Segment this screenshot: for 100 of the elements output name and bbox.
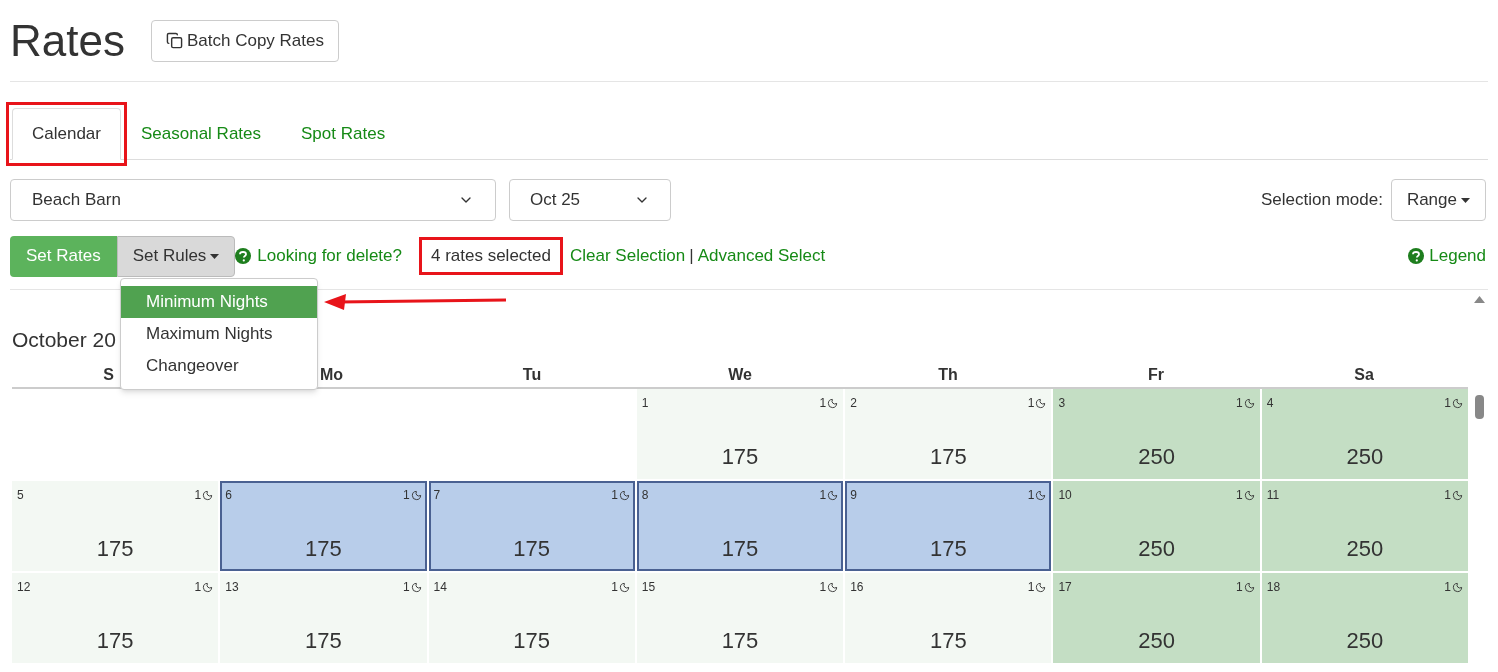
moon-icon <box>410 489 422 501</box>
min-nights: 1 <box>1027 579 1035 596</box>
weekday-header: S <box>103 365 114 385</box>
month-heading: October 20 <box>12 327 116 353</box>
rate-value: 175 <box>305 536 342 561</box>
legend-link[interactable]: Legend <box>1429 243 1486 269</box>
weekday-header: Th <box>938 365 958 385</box>
day-number: 5 <box>17 487 24 504</box>
calendar-day[interactable]: 1 1 175 <box>636 389 844 479</box>
set-rules-button[interactable]: Set Rules <box>116 235 236 277</box>
rate-value: 175 <box>929 628 967 653</box>
day-number: 1 <box>641 395 649 412</box>
selection-count: 4 rates selected <box>418 237 563 275</box>
selection-mode-dropdown[interactable]: Range <box>1390 179 1486 221</box>
month-select[interactable]: Oct 25 <box>509 179 671 221</box>
moon-icon <box>410 581 422 593</box>
copy-icon <box>165 32 183 49</box>
day-number: 16 <box>850 579 864 596</box>
day-number: 7 <box>433 487 441 504</box>
calendar-day[interactable]: 3 1 250 <box>1053 389 1260 479</box>
day-number: 11 <box>1266 487 1280 504</box>
tab[interactable]: Calendar <box>12 108 121 160</box>
moon-icon <box>202 581 214 593</box>
rate-value: 175 <box>721 536 759 561</box>
rate-value: 250 <box>1138 536 1175 561</box>
day-number: 17 <box>1058 579 1072 596</box>
min-nights: 1 <box>402 487 410 504</box>
rate-value: 250 <box>1138 628 1175 653</box>
calendar-day[interactable]: 13 1 175 <box>220 573 427 663</box>
calendar-day[interactable]: 11 1 250 <box>1261 481 1468 571</box>
menu-item[interactable]: Maximum Nights <box>121 318 317 350</box>
min-nights: 1 <box>1027 395 1035 412</box>
day-number: 2 <box>850 395 857 412</box>
min-nights: 1 <box>194 579 202 596</box>
weekday-header: Tu <box>522 365 542 385</box>
day-number: 4 <box>1266 395 1274 412</box>
advanced-select-link[interactable]: Advanced Select <box>697 243 826 269</box>
min-nights: 1 <box>1444 487 1451 504</box>
moon-icon <box>1243 397 1255 409</box>
rate-value: 175 <box>513 536 551 561</box>
menu-item[interactable]: Changeover <box>121 350 317 382</box>
moon-icon <box>1243 581 1255 593</box>
link-separator: | <box>689 245 694 268</box>
moon-icon <box>1452 489 1463 501</box>
day-number: 9 <box>850 487 857 504</box>
min-nights: 1 <box>611 487 618 504</box>
tab[interactable]: Spot Rates <box>281 108 406 160</box>
tab[interactable]: Seasonal Rates <box>121 108 282 160</box>
calendar-day[interactable]: 2 1 175 <box>845 389 1052 479</box>
help-icon <box>235 248 252 264</box>
weekday-header: We <box>728 365 752 385</box>
calendar-day[interactable]: 7 1 175 <box>428 481 635 571</box>
calendar-day[interactable]: 12 1 175 <box>12 573 219 663</box>
day-number: 12 <box>17 579 31 596</box>
rate-value: 250 <box>1138 444 1175 469</box>
moon-icon <box>1035 581 1047 593</box>
rate-value: 175 <box>721 444 759 469</box>
rate-value: 250 <box>1346 536 1384 561</box>
help-icon <box>1408 248 1425 264</box>
day-number: 8 <box>641 487 649 504</box>
calendar-day[interactable]: 18 1 250 <box>1261 573 1468 663</box>
calendar-day[interactable]: 4 1 250 <box>1261 389 1468 479</box>
weekday-header: Mo <box>320 365 344 385</box>
calendar-day[interactable]: 5 1 175 <box>12 481 219 571</box>
min-nights: 1 <box>819 579 827 596</box>
calendar-day[interactable]: 10 1 250 <box>1053 481 1260 571</box>
min-nights: 1 <box>1236 487 1243 504</box>
caret-icon <box>210 253 220 259</box>
weekday-header: Fr <box>1148 365 1164 385</box>
moon-icon <box>618 489 630 501</box>
calendar-day[interactable]: 9 1 175 <box>845 481 1052 571</box>
scroll-thumb[interactable] <box>1474 395 1484 419</box>
rate-value: 175 <box>96 628 134 653</box>
calendar-day[interactable]: 6 1 175 <box>220 481 427 571</box>
rate-value: 175 <box>721 628 759 653</box>
day-number: 10 <box>1058 487 1072 504</box>
property-select[interactable]: Beach Barn <box>10 179 496 221</box>
calendar-day[interactable]: 17 1 250 <box>1053 573 1260 663</box>
day-number: 13 <box>225 579 239 596</box>
calendar-day[interactable]: 16 1 175 <box>845 573 1052 663</box>
moon-icon <box>827 581 839 593</box>
clear-selection-link[interactable]: Clear Selection <box>570 243 686 269</box>
moon-icon <box>618 581 630 593</box>
page-title: Rates <box>10 18 125 63</box>
min-nights: 1 <box>819 487 827 504</box>
min-nights: 1 <box>1027 487 1035 504</box>
selection-mode-label: Selection mode: <box>1261 189 1383 212</box>
moon-icon <box>827 397 839 409</box>
min-nights: 1 <box>402 579 410 596</box>
delete-help-link[interactable]: Looking for delete? <box>257 243 402 269</box>
moon-icon <box>202 489 214 501</box>
moon-icon <box>1243 489 1255 501</box>
min-nights: 1 <box>819 395 827 412</box>
min-nights: 1 <box>1236 579 1243 596</box>
calendar-day[interactable]: 8 1 175 <box>636 481 844 571</box>
moon-icon <box>827 489 839 501</box>
calendar-day[interactable]: 15 1 175 <box>636 573 844 663</box>
min-nights: 1 <box>1444 395 1451 412</box>
batch-copy-button[interactable]: Batch Copy Rates <box>150 19 339 62</box>
calendar-day[interactable]: 14 1 175 <box>428 573 635 663</box>
